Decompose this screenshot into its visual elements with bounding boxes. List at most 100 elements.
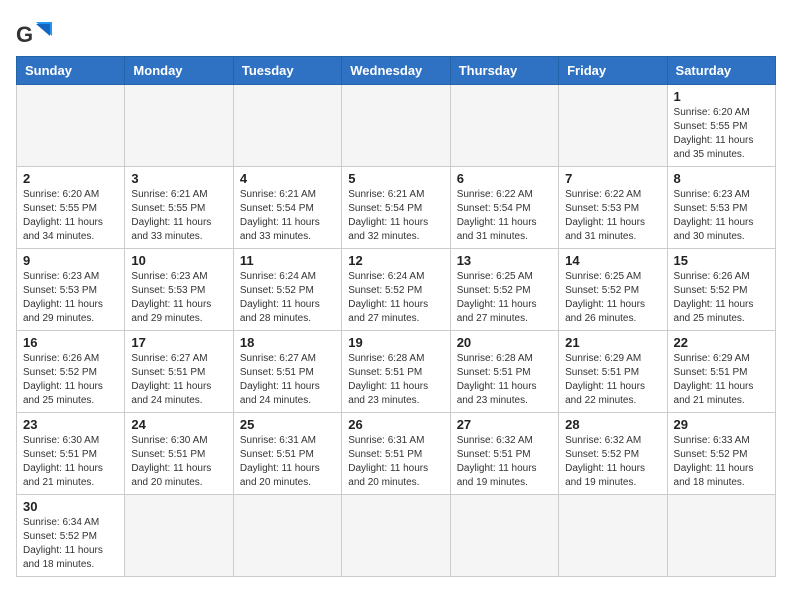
calendar-cell: 20Sunrise: 6:28 AMSunset: 5:51 PMDayligh… [450, 331, 558, 413]
day-info: Sunrise: 6:21 AMSunset: 5:54 PMDaylight:… [240, 188, 335, 244]
logo: G [16, 16, 56, 52]
calendar-cell: 24Sunrise: 6:30 AMSunset: 5:51 PMDayligh… [125, 413, 233, 495]
day-info: Sunrise: 6:26 AMSunset: 5:52 PMDaylight:… [23, 352, 118, 408]
day-number: 10 [131, 253, 226, 268]
calendar-cell: 6 Sunrise: 6:22 AMSunset: 5:54 PMDaylight… [450, 167, 558, 249]
calendar-cell: 10 Sunrise: 6:23 AMSunset: 5:53 PMDayligh… [125, 249, 233, 331]
calendar-cell: 13 Sunrise: 6:25 AMSunset: 5:52 PMDayligh… [450, 249, 558, 331]
logo-icon: G [16, 16, 52, 52]
calendar-cell: 3Sunrise: 6:21 AMSunset: 5:55 PMDaylight… [125, 167, 233, 249]
day-info: Sunrise: 6:33 AMSunset: 5:52 PMDaylight:… [674, 434, 769, 490]
day-number: 2 [23, 171, 118, 186]
day-number: 1 [674, 89, 769, 104]
day-number: 15 [674, 253, 769, 268]
calendar-week-row: 9 Sunrise: 6:23 AMSunset: 5:53 PMDaylight… [17, 249, 776, 331]
day-info: Sunrise: 6:24 AMSunset: 5:52 PMDaylight:… [240, 270, 335, 326]
calendar-cell: 2 Sunrise: 6:20 AMSunset: 5:55 PMDaylight… [17, 167, 125, 249]
day-number: 20 [457, 335, 552, 350]
day-of-week-header: Saturday [667, 57, 775, 85]
day-number: 17 [131, 335, 226, 350]
calendar-cell: 7 Sunrise: 6:22 AMSunset: 5:53 PMDaylight… [559, 167, 667, 249]
day-of-week-header: Sunday [17, 57, 125, 85]
day-info: Sunrise: 6:23 AMSunset: 5:53 PMDaylight:… [23, 270, 118, 326]
page-header: G [16, 16, 776, 52]
day-info: Sunrise: 6:27 AMSunset: 5:51 PMDaylight:… [131, 352, 226, 408]
day-info: Sunrise: 6:21 AMSunset: 5:54 PMDaylight:… [348, 188, 443, 244]
day-info: Sunrise: 6:26 AMSunset: 5:52 PMDaylight:… [674, 270, 769, 326]
day-of-week-header: Monday [125, 57, 233, 85]
calendar-cell: 30Sunrise: 6:34 AMSunset: 5:52 PMDayligh… [17, 495, 125, 577]
calendar-cell: 28 Sunrise: 6:32 AMSunset: 5:52 PMDayligh… [559, 413, 667, 495]
calendar-cell: 8 Sunrise: 6:23 AMSunset: 5:53 PMDaylight… [667, 167, 775, 249]
calendar-cell: 26Sunrise: 6:31 AMSunset: 5:51 PMDayligh… [342, 413, 450, 495]
day-info: Sunrise: 6:29 AMSunset: 5:51 PMDaylight:… [674, 352, 769, 408]
day-info: Sunrise: 6:20 AMSunset: 5:55 PMDaylight:… [23, 188, 118, 244]
calendar-week-row: 30Sunrise: 6:34 AMSunset: 5:52 PMDayligh… [17, 495, 776, 577]
calendar-cell: 19 Sunrise: 6:28 AMSunset: 5:51 PMDayligh… [342, 331, 450, 413]
day-info: Sunrise: 6:23 AMSunset: 5:53 PMDaylight:… [131, 270, 226, 326]
day-info: Sunrise: 6:22 AMSunset: 5:54 PMDaylight:… [457, 188, 552, 244]
day-info: Sunrise: 6:32 AMSunset: 5:51 PMDaylight:… [457, 434, 552, 490]
day-info: Sunrise: 6:28 AMSunset: 5:51 PMDaylight:… [348, 352, 443, 408]
calendar-header-row: SundayMondayTuesdayWednesdayThursdayFrid… [17, 57, 776, 85]
calendar-cell [667, 495, 775, 577]
calendar-cell: 29 Sunrise: 6:33 AMSunset: 5:52 PMDayligh… [667, 413, 775, 495]
day-number: 12 [348, 253, 443, 268]
day-number: 16 [23, 335, 118, 350]
calendar-cell [450, 495, 558, 577]
day-number: 22 [674, 335, 769, 350]
calendar-cell [125, 85, 233, 167]
calendar-cell: 25Sunrise: 6:31 AMSunset: 5:51 PMDayligh… [233, 413, 341, 495]
day-info: Sunrise: 6:30 AMSunset: 5:51 PMDaylight:… [23, 434, 118, 490]
day-info: Sunrise: 6:24 AMSunset: 5:52 PMDaylight:… [348, 270, 443, 326]
day-of-week-header: Tuesday [233, 57, 341, 85]
calendar-cell: 12 Sunrise: 6:24 AMSunset: 5:52 PMDayligh… [342, 249, 450, 331]
day-number: 24 [131, 417, 226, 432]
day-number: 5 [348, 171, 443, 186]
calendar-cell: 22 Sunrise: 6:29 AMSunset: 5:51 PMDayligh… [667, 331, 775, 413]
calendar-cell: 1Sunrise: 6:20 AMSunset: 5:55 PMDaylight… [667, 85, 775, 167]
calendar-cell: 5 Sunrise: 6:21 AMSunset: 5:54 PMDaylight… [342, 167, 450, 249]
calendar-cell: 21Sunrise: 6:29 AMSunset: 5:51 PMDayligh… [559, 331, 667, 413]
calendar-week-row: 2 Sunrise: 6:20 AMSunset: 5:55 PMDaylight… [17, 167, 776, 249]
day-number: 23 [23, 417, 118, 432]
svg-text:G: G [16, 22, 33, 47]
calendar-cell: 17 Sunrise: 6:27 AMSunset: 5:51 PMDayligh… [125, 331, 233, 413]
day-info: Sunrise: 6:25 AMSunset: 5:52 PMDaylight:… [457, 270, 552, 326]
day-info: Sunrise: 6:23 AMSunset: 5:53 PMDaylight:… [674, 188, 769, 244]
day-number: 6 [457, 171, 552, 186]
day-number: 7 [565, 171, 660, 186]
calendar-cell: 16 Sunrise: 6:26 AMSunset: 5:52 PMDayligh… [17, 331, 125, 413]
calendar-cell: 15 Sunrise: 6:26 AMSunset: 5:52 PMDayligh… [667, 249, 775, 331]
day-number: 4 [240, 171, 335, 186]
day-number: 8 [674, 171, 769, 186]
calendar-week-row: 23 Sunrise: 6:30 AMSunset: 5:51 PMDayligh… [17, 413, 776, 495]
day-number: 27 [457, 417, 552, 432]
day-number: 19 [348, 335, 443, 350]
calendar-cell: 18Sunrise: 6:27 AMSunset: 5:51 PMDayligh… [233, 331, 341, 413]
day-info: Sunrise: 6:31 AMSunset: 5:51 PMDaylight:… [240, 434, 335, 490]
calendar: SundayMondayTuesdayWednesdayThursdayFrid… [16, 56, 776, 577]
calendar-cell: 27 Sunrise: 6:32 AMSunset: 5:51 PMDayligh… [450, 413, 558, 495]
day-info: Sunrise: 6:27 AMSunset: 5:51 PMDaylight:… [240, 352, 335, 408]
calendar-cell: 9 Sunrise: 6:23 AMSunset: 5:53 PMDaylight… [17, 249, 125, 331]
calendar-week-row: 1Sunrise: 6:20 AMSunset: 5:55 PMDaylight… [17, 85, 776, 167]
day-number: 11 [240, 253, 335, 268]
day-number: 9 [23, 253, 118, 268]
day-of-week-header: Friday [559, 57, 667, 85]
calendar-cell: 4 Sunrise: 6:21 AMSunset: 5:54 PMDaylight… [233, 167, 341, 249]
day-of-week-header: Wednesday [342, 57, 450, 85]
calendar-cell [17, 85, 125, 167]
calendar-cell: 23 Sunrise: 6:30 AMSunset: 5:51 PMDayligh… [17, 413, 125, 495]
day-number: 3 [131, 171, 226, 186]
day-info: Sunrise: 6:34 AMSunset: 5:52 PMDaylight:… [23, 516, 118, 572]
day-number: 28 [565, 417, 660, 432]
day-number: 29 [674, 417, 769, 432]
calendar-cell [342, 85, 450, 167]
day-number: 13 [457, 253, 552, 268]
day-info: Sunrise: 6:32 AMSunset: 5:52 PMDaylight:… [565, 434, 660, 490]
calendar-cell [342, 495, 450, 577]
calendar-cell: 14Sunrise: 6:25 AMSunset: 5:52 PMDayligh… [559, 249, 667, 331]
calendar-cell [559, 495, 667, 577]
day-info: Sunrise: 6:22 AMSunset: 5:53 PMDaylight:… [565, 188, 660, 244]
